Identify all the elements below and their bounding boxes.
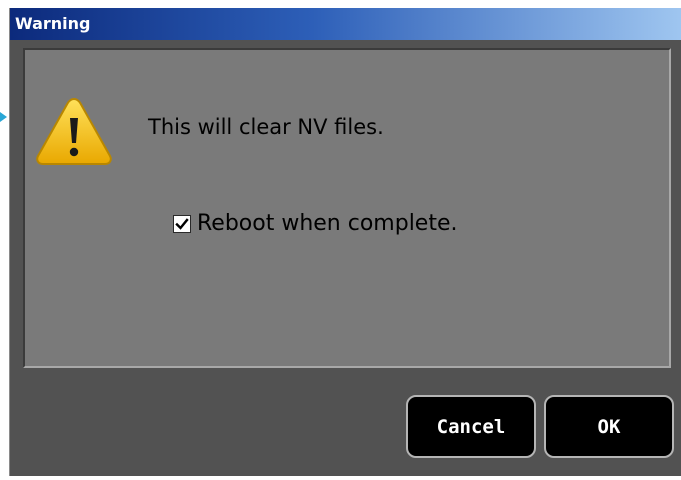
warning-dialog: Warning This will clear NV files. Reboot… <box>9 8 681 476</box>
ok-button[interactable]: OK <box>544 395 674 458</box>
warning-triangle-icon <box>36 97 112 165</box>
title-bar[interactable]: Warning <box>10 8 681 40</box>
reboot-checkbox-label[interactable]: Reboot when complete. <box>197 210 458 238</box>
warning-message: This will clear NV files. <box>148 115 384 139</box>
reboot-checkbox-row[interactable]: Reboot when complete. <box>173 209 458 239</box>
reboot-checkbox[interactable] <box>173 215 191 233</box>
window-title: Warning <box>15 14 91 33</box>
edge-marker-arrow-icon <box>0 112 7 122</box>
checkmark-icon <box>175 218 189 230</box>
content-panel: This will clear NV files. Reboot when co… <box>23 48 671 368</box>
cancel-button[interactable]: Cancel <box>406 395 536 458</box>
